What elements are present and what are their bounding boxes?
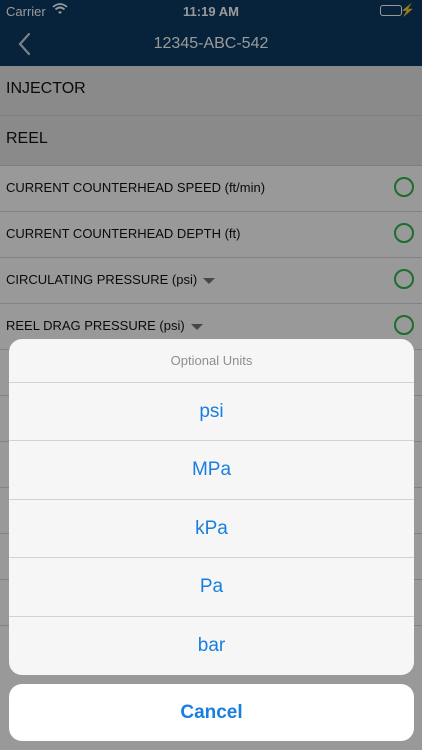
unit-action-sheet: Optional Units psi MPa kPa Pa bar xyxy=(9,339,414,675)
cancel-button[interactable]: Cancel xyxy=(9,684,414,741)
unit-option-pa[interactable]: Pa xyxy=(9,558,414,617)
action-sheet-title: Optional Units xyxy=(9,339,414,383)
unit-option-psi[interactable]: psi xyxy=(9,383,414,442)
unit-option-mpa[interactable]: MPa xyxy=(9,441,414,500)
unit-option-kpa[interactable]: kPa xyxy=(9,500,414,559)
unit-option-bar[interactable]: bar xyxy=(9,617,414,675)
